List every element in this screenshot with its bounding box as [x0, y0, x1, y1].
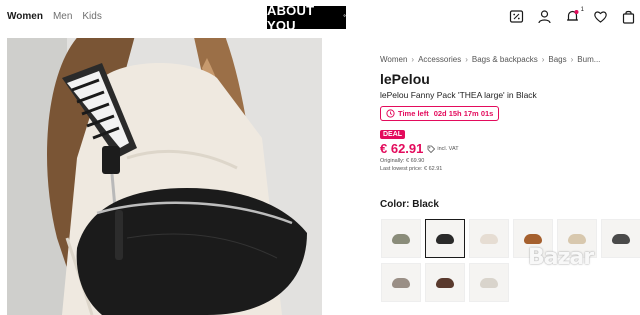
brand-name[interactable]: lePelou [380, 71, 640, 87]
product-info: Women › Accessories › Bags & backpacks ›… [380, 55, 640, 172]
notification-count: 1 [580, 7, 584, 13]
discount-icon[interactable] [509, 9, 524, 24]
watermark: Bazar [528, 245, 594, 270]
color-swatch[interactable] [469, 219, 509, 258]
price: € 62.91 [380, 141, 424, 156]
nav-women[interactable]: Women [7, 11, 43, 22]
color-swatch[interactable] [425, 263, 465, 302]
bag-thumbnail [480, 277, 498, 288]
gender-nav: Women Men Kids [7, 11, 102, 22]
about-you-logo[interactable]: ABOUT YOU ° [267, 3, 346, 33]
vat-note: incl. VAT [437, 146, 459, 152]
breadcrumb-accessories[interactable]: Accessories [418, 55, 461, 64]
color-label-prefix: Color: [380, 199, 410, 210]
breadcrumb: Women › Accessories › Bags & backpacks ›… [380, 55, 640, 64]
bag-thumbnail [612, 233, 630, 244]
wishlist-heart-icon[interactable] [593, 9, 608, 24]
chevron-right-icon: › [541, 55, 545, 64]
original-price: Originally: € 69.90 [380, 158, 425, 164]
bag-thumbnail [392, 233, 410, 244]
bag-thumbnail [524, 233, 542, 244]
bag-thumbnail [392, 277, 410, 288]
product-image[interactable] [7, 38, 322, 315]
timer-value: 02d 15h 17m 01s [433, 109, 494, 118]
vat-info: incl. VAT [427, 145, 459, 153]
shopping-bag-icon[interactable] [621, 9, 636, 24]
color-swatch[interactable] [601, 219, 640, 258]
breadcrumb-bum-bags[interactable]: Bum... [577, 55, 600, 64]
lowest-price: Last lowest price: € 62.91 [380, 166, 443, 172]
bag-thumbnail [480, 233, 498, 244]
chevron-right-icon: › [570, 55, 574, 64]
color-swatch[interactable] [381, 263, 421, 302]
color-label: Color: Black [380, 199, 439, 210]
breadcrumb-bags[interactable]: Bags [548, 55, 566, 64]
nav-kids[interactable]: Kids [82, 11, 101, 22]
header-icons: 1 [509, 7, 636, 24]
deal-badge: DEAL [380, 130, 406, 139]
user-icon[interactable] [537, 9, 552, 24]
breadcrumb-women[interactable]: Women [380, 55, 407, 64]
chevron-right-icon: › [465, 55, 468, 64]
bag-thumbnail [568, 233, 586, 244]
chevron-right-icon: › [411, 55, 415, 64]
color-swatch[interactable] [469, 263, 509, 302]
color-swatch[interactable] [381, 219, 421, 258]
clock-icon [386, 109, 395, 118]
price-row: € 62.91 incl. VAT [380, 141, 640, 156]
logo-mark: ° [343, 14, 346, 21]
deal-timer: Time left 02d 15h 17m 01s [380, 106, 500, 121]
bag-thumbnail [436, 233, 454, 244]
selected-color: Black [412, 199, 439, 210]
timer-label: Time left [398, 109, 429, 118]
price-tag-icon [427, 145, 436, 153]
top-navigation: Women Men Kids ABOUT YOU ° 1 [0, 0, 640, 34]
breadcrumb-bags-backpacks[interactable]: Bags & backpacks [472, 55, 538, 64]
notification-bell-icon[interactable]: 1 [565, 7, 584, 24]
product-name: lePelou Fanny Pack 'THEA large' in Black [380, 90, 537, 100]
color-swatch-selected[interactable] [425, 219, 465, 258]
nav-men[interactable]: Men [53, 11, 72, 22]
bag-thumbnail [436, 277, 454, 288]
logo-text: ABOUT YOU [267, 2, 315, 33]
